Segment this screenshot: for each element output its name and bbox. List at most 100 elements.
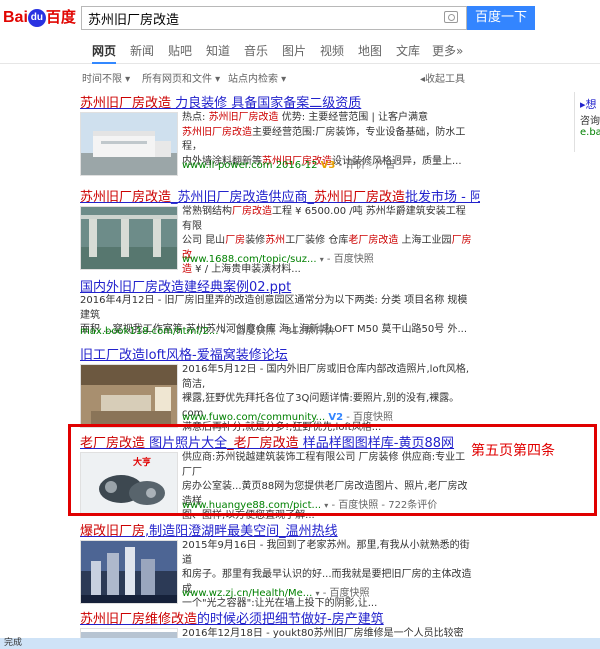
result-4-title[interactable]: 旧工厂改造loft风格-爱福窝装修论坛 xyxy=(80,344,480,363)
tab-wenku[interactable]: 文库 xyxy=(396,42,420,59)
result-6-abstract: 2015年9月16日 - 我回到了老家苏州。那里,有我从小就熟悉的街道 和房子。… xyxy=(182,539,472,612)
result-3-title[interactable]: 国内外旧厂房改造建经典案例02.ppt xyxy=(80,276,480,295)
logo-text: Bai xyxy=(3,9,28,26)
paw-icon: du xyxy=(27,8,46,27)
tab-zhidao[interactable]: 知道 xyxy=(206,42,230,59)
search-result-4: 旧工厂改造loft风格-爱福窝装修论坛 2016年5月12日 - 国内外旧厂房或… xyxy=(80,344,480,433)
result-2-title-p3: 苏州旧厂房改造 xyxy=(314,190,406,205)
filter-site[interactable]: 站点内检索 ▾ xyxy=(228,70,286,85)
r2-l: 造 xyxy=(182,264,192,275)
result-1-url[interactable]: www.ll-power.com xyxy=(182,160,273,171)
result-2-extra[interactable]: - 百度快照 xyxy=(324,254,374,265)
tab-more[interactable]: 更多» xyxy=(432,42,463,59)
result-1-date: 2016-12 xyxy=(275,160,318,171)
filter-time-label: 时间不限 xyxy=(82,74,122,85)
result-2-title-p4: 批发市场 - 阿里巴巴 xyxy=(405,190,480,205)
collapse-tools[interactable]: ◂收起工具 xyxy=(420,70,465,85)
r2-j: 上海工业园 xyxy=(398,235,452,246)
logo-cn: 百度 xyxy=(45,9,76,26)
r2-e: 厂房 xyxy=(225,235,246,246)
tab-news[interactable]: 新闻 xyxy=(130,42,154,59)
result-2-thumbnail[interactable] xyxy=(80,206,178,270)
result-2-abstract: 常熟钢结构厂房改造工程 ¥ 6500.00 /吨 苏州华爵建筑安装工程有限 公司… xyxy=(182,205,472,278)
camera-icon[interactable] xyxy=(444,11,458,23)
filter-time[interactable]: 时间不限 ▾ xyxy=(82,70,130,85)
result-1-line-2: 苏州旧厂房改造主要经营范围:厂房装饰，专业设备基础，防水工程， xyxy=(182,126,472,155)
result-1-meta: www.ll-power.com 2016-12 V3 - 评价 - 广告 xyxy=(182,156,395,171)
result-6-extra[interactable]: - 百度快照 xyxy=(320,588,370,599)
v-badge-icon[interactable]: V2 xyxy=(328,412,343,423)
r2-h: 工厂装修 仓库 xyxy=(285,235,349,246)
search-result-3: 国内外旧厂房改造建经典案例02.ppt 2016年4月12日 - 旧厂房旧里弄的… xyxy=(80,276,480,337)
result-1-t2b: 苏州旧厂房改造 xyxy=(182,126,252,138)
side-link[interactable]: ▸想 xyxy=(580,96,597,112)
result-4-url[interactable]: www.fuwo.com/community... xyxy=(182,412,325,423)
search-input[interactable] xyxy=(88,9,428,27)
result-6-line-1: 2015年9月16日 - 我回到了老家苏州。那里,有我从小就熟悉的街道 xyxy=(182,540,470,566)
result-1-title-hl: 苏州旧厂房改造 xyxy=(80,96,172,111)
result-4-meta: www.fuwo.com/community... V2 - 百度快照 xyxy=(182,408,393,423)
result-3-meta: max.book118.com/html/2... ▾ - 百度快照 - 313… xyxy=(80,322,335,337)
result-1-t1c: 优势: 主要经营范围 | 让客户满意 xyxy=(278,112,429,123)
r2-i: 老厂房改造 xyxy=(348,235,399,246)
result-3-line-1: 2016年4月12日 - 旧厂房旧里弄的改造创意园区通常分为以下两类: 分类 项… xyxy=(80,295,468,321)
collapse-tools-label: 收起工具 xyxy=(425,74,466,85)
result-1-extra[interactable]: - 评价 - 广告 xyxy=(339,160,396,171)
search-box[interactable] xyxy=(81,6,467,30)
r2-b: 厂房改造 xyxy=(232,206,272,217)
r7-t2: 的时候必须把细节做好-房产建筑 xyxy=(197,612,384,627)
tab-tieba[interactable]: 贴吧 xyxy=(168,42,192,59)
r2-f: 装修 xyxy=(245,235,266,246)
result-4-line-1: 2016年5月12日 - 国内外旧厂房或旧仓库内部改造照片,loft风格,简洁, xyxy=(182,364,470,390)
result-6-thumbnail[interactable] xyxy=(80,540,178,604)
result-6-title[interactable]: 爆改旧厂房,制造阳澄湖畔最美空间_温州热线 xyxy=(80,520,480,539)
result-3-extra[interactable]: - 百度快照 - 313条评价 xyxy=(226,326,335,337)
result-4-thumbnail[interactable] xyxy=(80,364,178,428)
r7-t1: 苏州旧厂房维修改造 xyxy=(80,612,198,627)
result-2-meta: www.1688.com/topic/suz... ▾ - 百度快照 xyxy=(182,250,374,265)
result-1-t1a: 热点: xyxy=(182,112,209,123)
result-1-title[interactable]: 苏州旧厂房改造 力良装修 具备国家备案二级资质 xyxy=(80,92,480,111)
tab-map[interactable]: 地图 xyxy=(358,42,382,59)
search-result-6: 爆改旧厂房,制造阳澄湖畔最美空间_温州热线 2015年9月16日 - 我回到了老… xyxy=(80,520,480,609)
tab-video[interactable]: 视频 xyxy=(320,42,344,59)
tab-music[interactable]: 音乐 xyxy=(244,42,268,59)
side-text: 咨询 xyxy=(580,116,600,127)
filter-scope-label: 所有网页和文件 xyxy=(142,74,212,85)
filter-site-label: 站点内检索 xyxy=(228,74,278,85)
search-tabs: 网页 新闻 贴吧 知道 音乐 图片 视频 地图 文库 更多» xyxy=(0,38,600,64)
r2-d: 公司 昆山 xyxy=(182,235,226,246)
result-1-thumbnail[interactable] xyxy=(80,112,178,176)
header: Baidu百度 百度一下 xyxy=(0,0,600,36)
tab-web[interactable]: 网页 xyxy=(92,42,117,64)
search-result-7: 苏州旧厂房维修改造的时候必须把细节做好-房产建筑 2016年12月18日 - y… xyxy=(80,608,480,649)
result-1-line-1: 热点: 苏州旧厂房改造 优势: 主要经营范围 | 让客户满意 xyxy=(182,111,472,126)
result-2-title[interactable]: 苏州旧厂房改造_苏州旧厂房改造供应商_苏州旧厂房改造批发市场 - 阿里巴巴 xyxy=(80,186,480,205)
result-2-line-1: 常熟钢结构厂房改造工程 ¥ 6500.00 /吨 苏州华爵建筑安装工程有限 xyxy=(182,205,472,234)
result-6-url[interactable]: www.wz.zj.cn/Health/Me... xyxy=(182,588,312,599)
page: Baidu百度 百度一下 网页 新闻 贴吧 知道 音乐 图片 视频 地图 文库 … xyxy=(0,0,600,649)
search-result-1: 苏州旧厂房改造 力良装修 具备国家备案二级资质 热点: 苏州旧厂房改造 优势: … xyxy=(80,92,480,176)
result-3-url[interactable]: max.book118.com/html/2... xyxy=(80,326,218,337)
side-url[interactable]: e.ba xyxy=(580,127,600,138)
result-1-t1b: 苏州旧厂房改造 xyxy=(208,112,279,123)
r2-m: ¥ / 上海贵申装潢材料... xyxy=(192,264,301,275)
r2-a: 常熟钢结构 xyxy=(182,206,232,217)
r6-t1: 爆改旧厂房 xyxy=(80,524,146,539)
baidu-logo[interactable]: Bai du 百度 xyxy=(3,6,76,28)
tab-images[interactable]: 图片 xyxy=(282,42,306,59)
search-filters: 时间不限 ▾ 所有网页和文件 ▾ 站点内检索 ▾ ◂收起工具 xyxy=(0,68,600,86)
v-badge-icon[interactable]: V3 xyxy=(321,160,336,171)
r6-t2: ,制造阳澄湖畔最美空间_温州热线 xyxy=(145,524,338,539)
status-bar: 完成 xyxy=(0,638,600,649)
result-7-title[interactable]: 苏州旧厂房维修改造的时候必须把细节做好-房产建筑 xyxy=(80,608,480,627)
search-result-2: 苏州旧厂房改造_苏州旧厂房改造供应商_苏州旧厂房改造批发市场 - 阿里巴巴 常熟… xyxy=(80,186,480,275)
result-2-url[interactable]: www.1688.com/topic/suz... xyxy=(182,254,317,265)
annotation-label: 第五页第四条 xyxy=(471,443,555,459)
search-button[interactable]: 百度一下 xyxy=(467,6,535,30)
filter-scope[interactable]: 所有网页和文件 ▾ xyxy=(142,70,220,85)
result-2-title-p2: _苏州旧厂房改造供应商_ xyxy=(171,190,315,205)
highlight-frame xyxy=(68,424,597,516)
r2-g: 苏州 xyxy=(265,235,286,246)
result-4-extra[interactable]: - 百度快照 xyxy=(343,412,393,423)
